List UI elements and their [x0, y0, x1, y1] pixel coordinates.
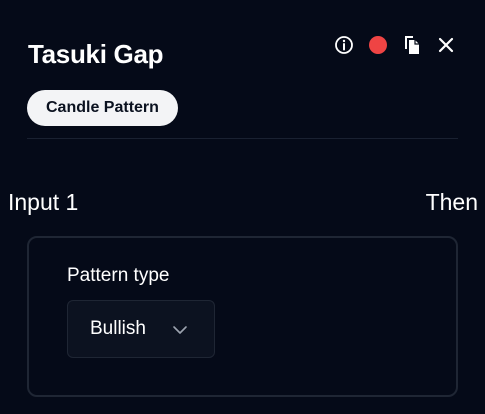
pattern-category-tag: Candle Pattern: [27, 90, 178, 126]
chevron-down-icon: [172, 322, 188, 338]
panel-title: Tasuki Gap: [28, 39, 164, 69]
status-dot: [369, 36, 387, 54]
pattern-settings-card: Pattern type Bullish: [27, 236, 458, 397]
copy-button[interactable]: [401, 34, 423, 56]
pattern-panel: Tasuki Gap Candle Pattern Input 1 Then P…: [0, 0, 485, 414]
close-icon: [438, 37, 454, 53]
info-button[interactable]: [333, 34, 355, 56]
info-icon: [335, 36, 353, 54]
pattern-type-value: Bullish: [90, 318, 146, 339]
pattern-type-label: Pattern type: [67, 265, 170, 286]
status-indicator[interactable]: [367, 34, 389, 56]
input-label: Input 1: [8, 189, 79, 215]
then-label: Then: [425, 189, 478, 215]
header-actions: [333, 34, 457, 56]
header-divider: [27, 138, 458, 139]
close-button[interactable]: [435, 34, 457, 56]
copy-icon: [405, 36, 419, 54]
pattern-type-select[interactable]: Bullish: [67, 300, 215, 358]
